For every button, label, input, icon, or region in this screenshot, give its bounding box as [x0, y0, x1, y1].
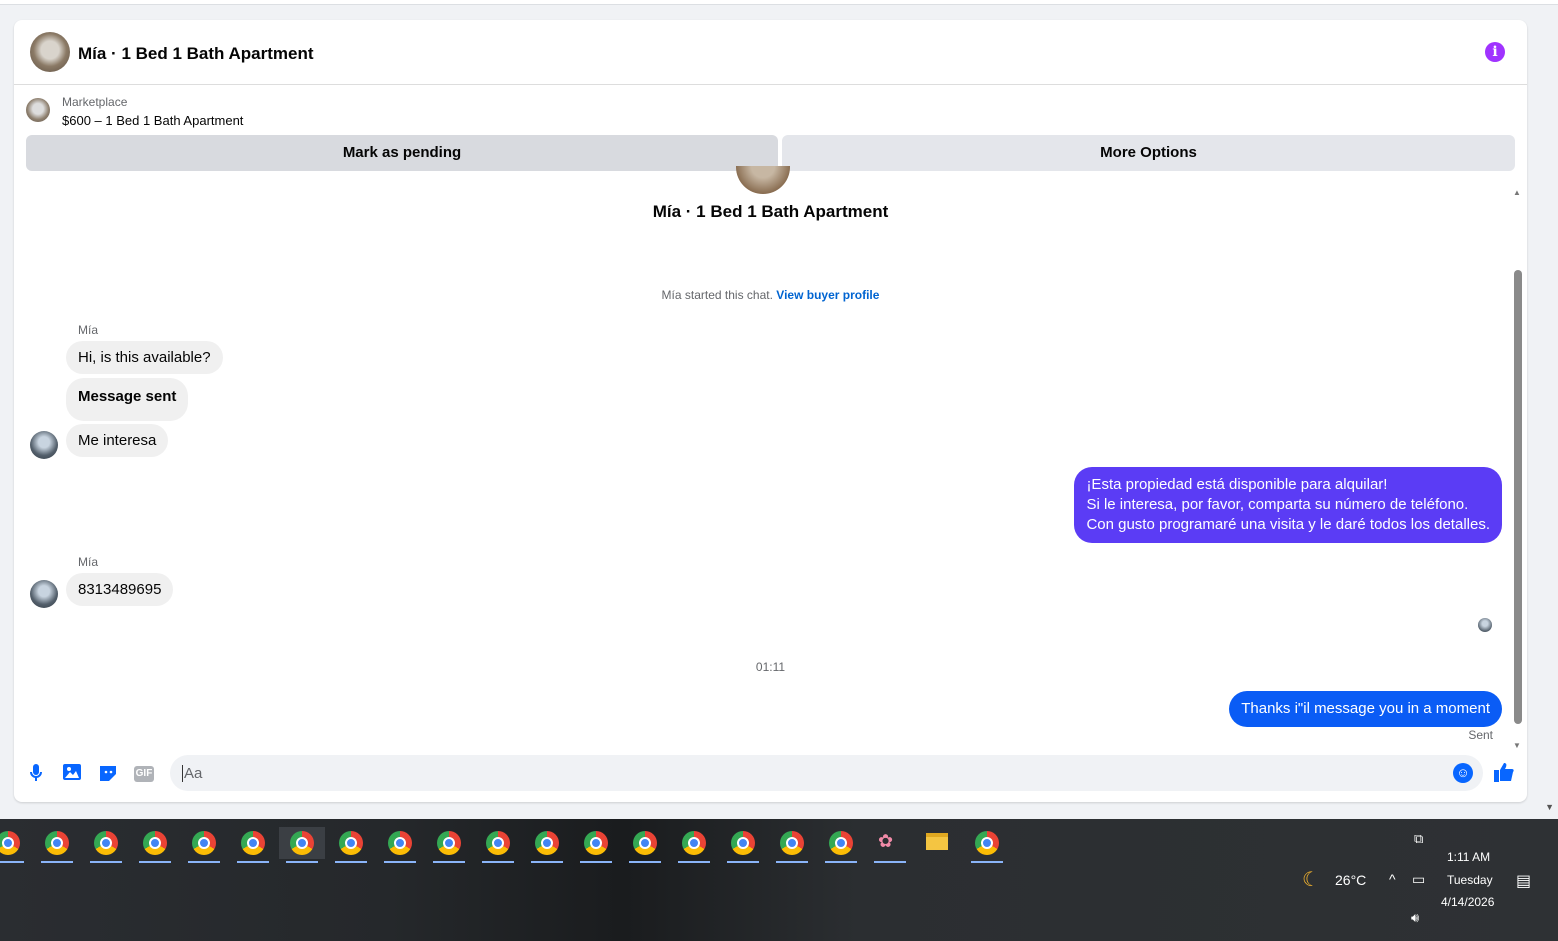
chrome-icon[interactable]	[233, 827, 273, 863]
chrome-icon[interactable]	[772, 827, 812, 863]
incoming-message[interactable]: Message sent	[66, 378, 189, 421]
chrome-icon[interactable]	[331, 827, 371, 863]
chrome-icon[interactable]	[674, 827, 714, 863]
chrome-icon[interactable]	[723, 827, 763, 863]
scroll-up-icon[interactable]: ▲	[1513, 188, 1521, 197]
browser-top-edge	[0, 0, 1558, 5]
chrome-icon[interactable]	[135, 827, 175, 863]
sticker-icon[interactable]	[97, 763, 119, 785]
sent-status: Sent	[1468, 728, 1493, 742]
chrome-icon[interactable]	[821, 827, 861, 863]
started-text: Mía started this chat.	[661, 288, 773, 302]
buyer-avatar[interactable]	[30, 431, 58, 459]
thread-title: Mía · 1 Bed 1 Bath Apartment	[652, 202, 889, 221]
buyer-avatar[interactable]	[30, 580, 58, 608]
chrome-icon[interactable]	[625, 827, 665, 863]
chrome-icon[interactable]	[967, 827, 1007, 863]
chrome-icon[interactable]	[0, 827, 28, 863]
paint-icon[interactable]: ✿	[870, 827, 910, 863]
message-placeholder: Aa	[182, 765, 203, 782]
sender-name: Mía	[78, 555, 99, 569]
chat-started-notice: Mía started this chat. View buyer profil…	[14, 288, 1527, 302]
chrome-icon[interactable]	[37, 827, 77, 863]
outgoing-message[interactable]: Thanks i"il message you in a moment	[1229, 691, 1502, 727]
chrome-icon[interactable]	[184, 827, 224, 863]
chevron-up-icon[interactable]: ^	[1389, 871, 1396, 887]
photo-icon[interactable]	[61, 763, 83, 785]
chrome-icon[interactable]	[478, 827, 518, 863]
info-icon[interactable]: i	[1485, 42, 1505, 62]
gif-label: GIF	[134, 766, 154, 782]
listing-thumbnail	[26, 98, 50, 122]
message-timestamp: 01:11	[755, 660, 786, 674]
chrome-icon[interactable]	[527, 827, 567, 863]
meet-now-icon[interactable]: ⧉	[1414, 831, 1423, 847]
message-composer: GIF Aa ☺	[14, 755, 1527, 791]
chrome-icon[interactable]	[576, 827, 616, 863]
thread-scrollbar[interactable]: ▲ ▼	[1513, 188, 1523, 750]
notifications-icon[interactable]: ▤	[1516, 871, 1531, 891]
clock-date[interactable]: 4/14/2026	[1441, 895, 1494, 909]
clock-time[interactable]: 1:11 AM	[1447, 850, 1490, 864]
message-line: Si le interesa, por favor, comparta su n…	[1086, 496, 1469, 513]
weather-temperature[interactable]: 26°C	[1335, 872, 1366, 888]
gif-icon[interactable]: GIF	[133, 763, 155, 785]
emoji-icon[interactable]: ☺	[1453, 763, 1473, 783]
listing-price-title: $600 – 1 Bed 1 Bath Apartment	[62, 113, 244, 128]
sender-name: Mía	[78, 323, 99, 337]
view-buyer-profile-link[interactable]: View buyer profile	[776, 288, 879, 302]
message-input[interactable]: Aa ☺	[170, 755, 1483, 791]
clock-day[interactable]: Tuesday	[1447, 873, 1493, 887]
thread-avatar	[736, 166, 790, 194]
chrome-icon[interactable]	[279, 827, 325, 863]
page-scroll-down-icon[interactable]: ▼	[1545, 802, 1554, 812]
chat-window: Mía · 1 Bed 1 Bath Apartment i Marketpla…	[14, 20, 1527, 802]
thumbs-up-icon[interactable]	[1493, 761, 1515, 789]
message-line: Con gusto programaré una visita y le dar…	[1086, 516, 1490, 533]
seen-indicator-avatar	[1478, 618, 1492, 632]
chat-header: Mía · 1 Bed 1 Bath Apartment i	[14, 20, 1527, 85]
chrome-icon[interactable]	[429, 827, 469, 863]
message-line: ¡Esta propiedad está disponible para alq…	[1086, 476, 1388, 493]
more-options-button[interactable]: More Options	[782, 135, 1515, 171]
listing-avatar[interactable]	[30, 32, 70, 72]
network-icon[interactable]: ▭	[1412, 871, 1425, 888]
incoming-message[interactable]: Hi, is this available?	[66, 341, 223, 374]
chrome-icon[interactable]	[86, 827, 126, 863]
volume-icon[interactable]: 🔊︎	[1411, 910, 1419, 926]
message-thread: Mía · 1 Bed 1 Bath Apartment Mía started…	[14, 166, 1527, 746]
windows-taskbar: ✿ ⧉ ☾ 26°C ^ ▭ 🔊︎ 1:11 AM Tuesday 4/14/2…	[0, 819, 1558, 941]
listing-summary[interactable]: Marketplace $600 – 1 Bed 1 Bath Apartmen…	[14, 86, 1527, 134]
moon-icon[interactable]: ☾	[1302, 867, 1320, 892]
chat-title[interactable]: Mía · 1 Bed 1 Bath Apartment	[78, 44, 314, 64]
mark-as-pending-button[interactable]: Mark as pending	[26, 135, 778, 171]
incoming-message[interactable]: 8313489695	[66, 573, 174, 606]
scroll-down-icon[interactable]: ▼	[1513, 741, 1521, 750]
listing-category: Marketplace	[62, 95, 128, 109]
outgoing-message[interactable]: ¡Esta propiedad está disponible para alq…	[1074, 467, 1502, 543]
file-explorer-icon[interactable]	[917, 827, 957, 859]
scroll-thumb[interactable]	[1514, 270, 1522, 724]
incoming-message[interactable]: Me interesa	[66, 424, 169, 457]
microphone-icon[interactable]	[25, 763, 47, 785]
chrome-icon[interactable]	[380, 827, 420, 863]
